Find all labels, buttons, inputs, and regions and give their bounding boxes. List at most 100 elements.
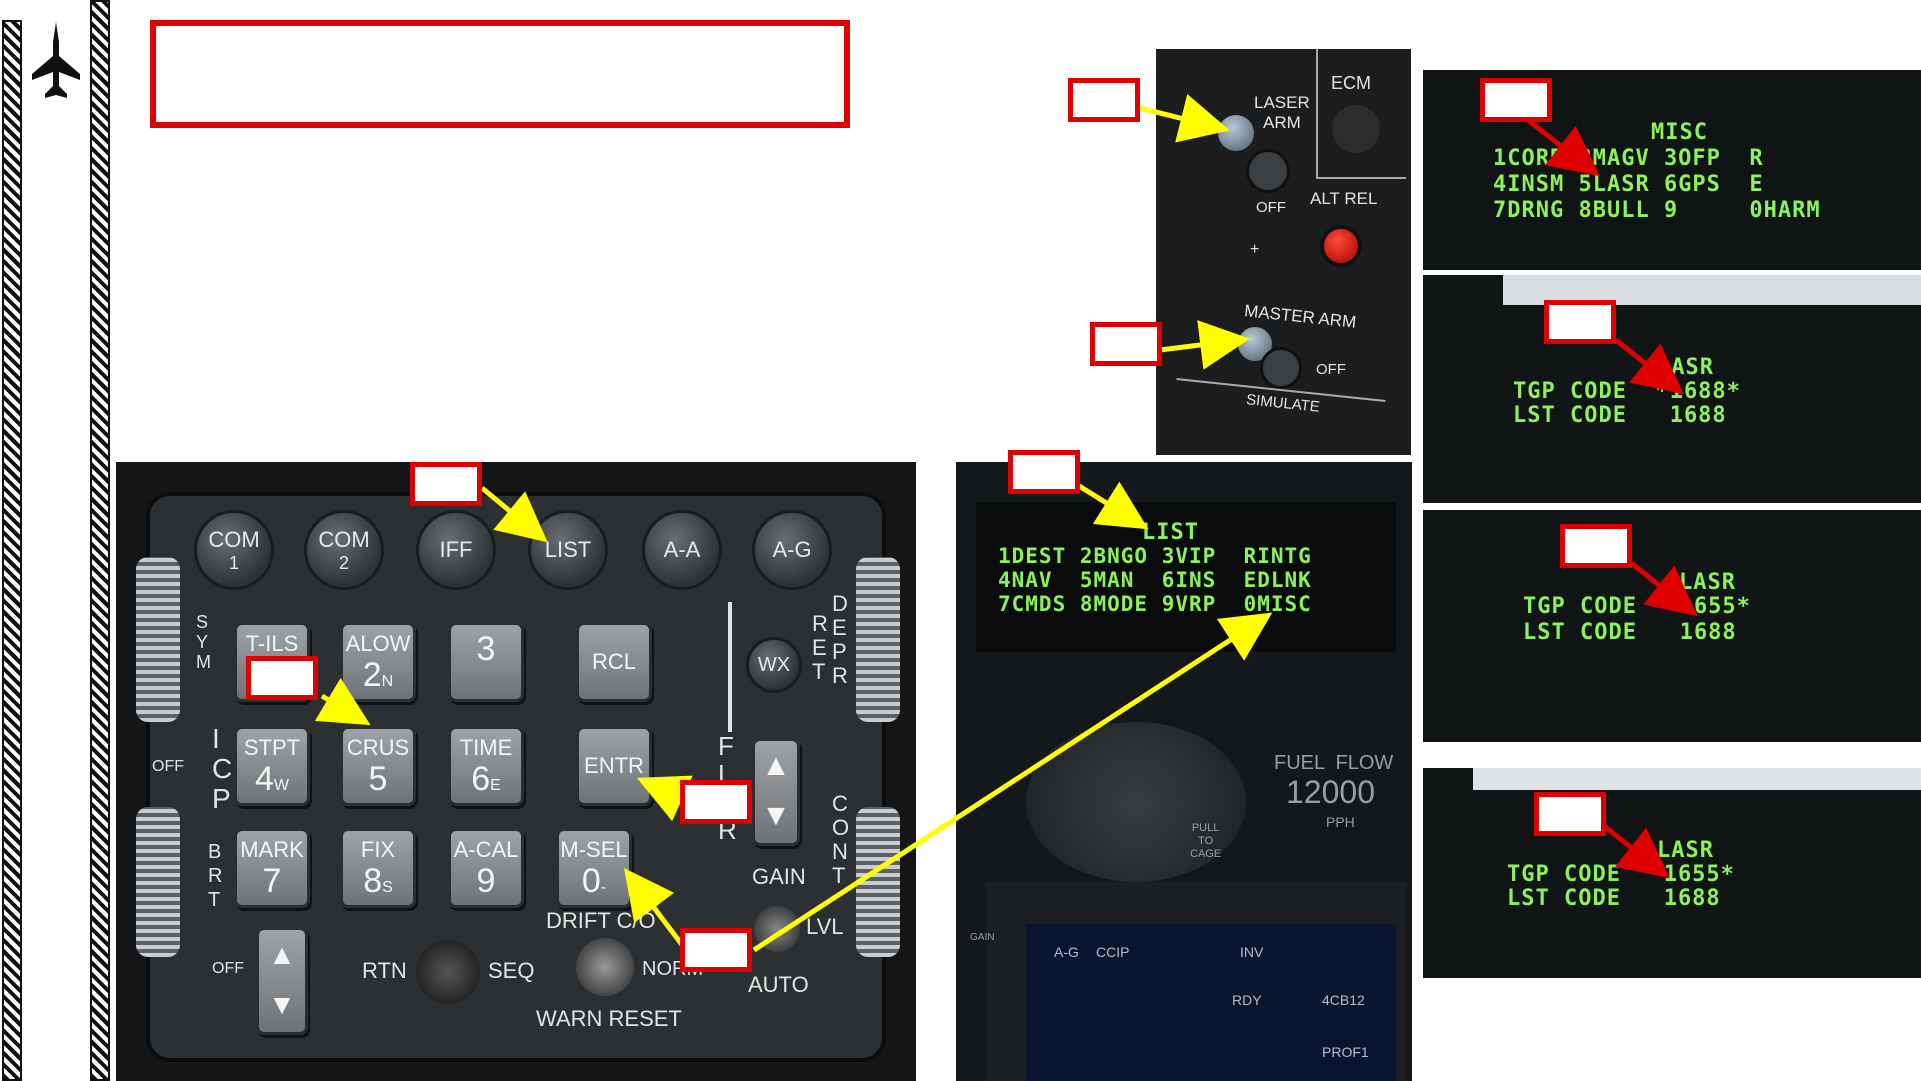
ecm-label: ECM (1331, 73, 1371, 93)
com1-sub: 1 (228, 552, 239, 573)
key-8-sub: S (382, 879, 393, 896)
ded-lasr-title-2: LASR (1679, 570, 1736, 595)
ded-list-row-2: 4NAV 5MAN 6INS EDLNK (998, 568, 1312, 592)
com2-sub: 2 (338, 552, 349, 573)
gain-switch[interactable] (754, 906, 800, 952)
drift-label: DRIFT C/O (546, 908, 656, 933)
ded-lasr-tgp-2: TGP CODE *1655* (1523, 594, 1751, 619)
off-lower-label: OFF (212, 960, 244, 977)
ded-lasr-title-3: LASR (1657, 838, 1714, 863)
key-entr[interactable]: ENTR (576, 726, 652, 806)
iff-label: IFF (439, 537, 473, 562)
laser-arm-switch[interactable] (1218, 115, 1254, 151)
ded-lasr-tgp-3: TGP CODE *1655* (1507, 862, 1735, 887)
ded-list-row-1: 1DEST 2BNGO 3VIP RINTG (998, 544, 1312, 568)
key-rcl-label: RCL (591, 649, 636, 674)
com1-button[interactable]: COM 1 (194, 510, 274, 590)
key-2-top: ALOW (345, 631, 411, 656)
ded-misc-row-1: 1CORR 2MAGV 3OFP R (1493, 146, 1764, 171)
laser-off-label: OFF (1256, 199, 1286, 216)
ded-lasr-screen-1: LASR TGP CODE *1688* LST CODE 1688 (1423, 275, 1921, 503)
key-0-top: M-SEL (560, 837, 628, 862)
iff-button[interactable]: IFF (416, 510, 496, 590)
arm-panel: ECM LASER ARM OFF ALT REL + MASTER ARM O… (1156, 49, 1411, 455)
plus-label: + (1250, 241, 1260, 258)
key-alow-2[interactable]: ALOW 2N (340, 622, 416, 702)
seq-label: SEQ (488, 958, 535, 983)
key-t-ils-label: T-ILS (245, 631, 299, 656)
callout-box-lasr-2 (1560, 524, 1632, 568)
sym-label: S Y M (196, 612, 211, 672)
master-arm-switch-base (1260, 347, 1302, 389)
callout-box-lasr-1 (1544, 300, 1616, 344)
key-a-cal-9[interactable]: A-CAL 9 (448, 828, 524, 908)
key-0-sub: - (600, 879, 607, 896)
ded-lasr-lst-2: LST CODE 1688 (1523, 620, 1737, 645)
key-4-num: 4 (254, 760, 274, 798)
depr-label: D E P R (832, 591, 848, 688)
fuel-flow-value: 12000 (1286, 774, 1375, 810)
pull-to-cage-label: PULL TO CAGE (1190, 822, 1222, 860)
key-8-top: FIX (360, 837, 396, 862)
drift-switch[interactable] (576, 938, 634, 996)
key-4-sub: W (273, 777, 290, 794)
title-callout-box (150, 20, 850, 128)
icp-label: I C P (212, 723, 233, 814)
key-stpt-4[interactable]: STPT 4W (234, 726, 310, 806)
depr-wheel[interactable] (856, 557, 900, 722)
ded-misc-row-2: 4INSM 5LASR 6GPS E (1493, 172, 1764, 197)
list-button[interactable]: LIST (528, 510, 608, 590)
cont-wheel[interactable] (856, 807, 900, 957)
a-g-button[interactable]: A-G (752, 510, 832, 590)
key-2-num: 2 (362, 656, 382, 694)
key-7-num: 7 (262, 862, 282, 900)
a-a-button[interactable]: A-A (642, 510, 722, 590)
mfd-rdy-label: RDY (1232, 992, 1262, 1008)
ded-lasr-screen-2: LASR TGP CODE *1655* LST CODE 1688 (1423, 510, 1921, 742)
cont-label: C O N T (832, 791, 850, 888)
alt-rel-button[interactable] (1320, 225, 1362, 267)
flir-rocker[interactable]: ▲ ▼ (752, 738, 800, 846)
lvl-label: LVL (806, 914, 844, 939)
warn-reset-label: WARN RESET (536, 1006, 682, 1031)
com2-button[interactable]: COM 2 (304, 510, 384, 590)
key-2-sub: N (381, 673, 394, 690)
ded-lasr-tgp-1: TGP CODE *1688* (1513, 379, 1741, 404)
key-4-top: STPT (243, 735, 301, 760)
pph-label: PPH (1326, 814, 1355, 830)
laser-arm-switch-base (1246, 149, 1290, 193)
callout-box-entr (680, 780, 752, 824)
brt-wheel[interactable] (136, 807, 180, 957)
brt-rocker[interactable]: ▲ ▼ (256, 927, 308, 1035)
callout-box-misc (1480, 78, 1552, 122)
key-rcl[interactable]: RCL (576, 622, 652, 702)
key-time-6[interactable]: TIME 6E (448, 726, 524, 806)
callout-box-zero (680, 928, 752, 972)
ded-list-title: LIST (1142, 520, 1199, 545)
key-6-top: TIME (459, 735, 513, 760)
key-9-top: A-CAL (453, 837, 519, 862)
left-hatch-bar (2, 20, 22, 1081)
key-fix-8[interactable]: FIX 8S (340, 828, 416, 908)
key-m-sel-0[interactable]: M-SEL 0- (556, 828, 632, 908)
key-crus-5[interactable]: CRUS 5 (340, 726, 416, 806)
key-mark-7[interactable]: MARK 7 (234, 828, 310, 908)
list-label: LIST (544, 537, 592, 562)
fighter-jet-icon (28, 20, 84, 102)
key-9-num: 9 (476, 862, 496, 900)
mfd-inv-label: INV (1240, 944, 1264, 960)
mfd-code-label: 4CB12 (1322, 992, 1365, 1008)
master-off-label: OFF (1316, 361, 1346, 378)
callout-box-list (410, 462, 482, 506)
wx-label: WX (757, 653, 791, 676)
sym-wheel[interactable] (136, 557, 180, 722)
key-5-top: CRUS (346, 735, 410, 760)
simulate-label: SIMULATE (1245, 391, 1321, 416)
key-3[interactable]: 3 (448, 622, 524, 702)
rtn-seq-switch[interactable] (416, 940, 480, 1004)
rtn-label: RTN (362, 958, 407, 983)
ecm-knob[interactable] (1332, 105, 1380, 153)
gain-label: GAIN (752, 864, 806, 889)
wx-button[interactable]: WX (746, 637, 802, 693)
mfd-ag-label: A-G (1054, 944, 1079, 960)
